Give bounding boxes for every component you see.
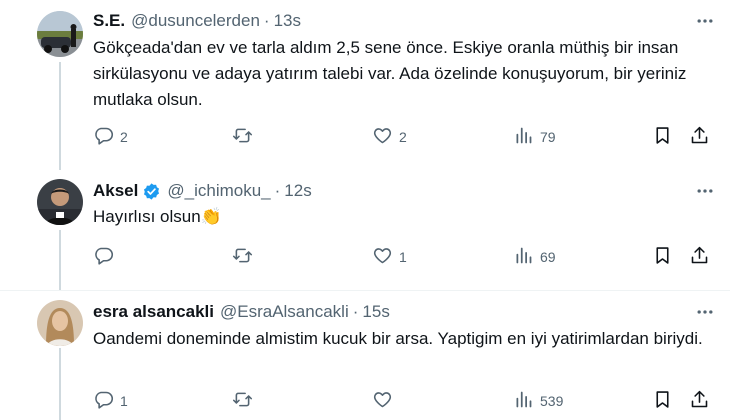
avatar[interactable] bbox=[37, 300, 83, 346]
separator-dot: · bbox=[263, 11, 270, 30]
avatar[interactable] bbox=[37, 179, 83, 225]
timestamp[interactable]: 13s bbox=[274, 11, 301, 31]
bookmark-button[interactable] bbox=[652, 386, 673, 416]
like-count: 2 bbox=[399, 129, 407, 145]
verified-badge-icon bbox=[142, 182, 161, 201]
reply-icon bbox=[93, 245, 114, 269]
retweet-icon bbox=[232, 389, 253, 413]
retweet-button[interactable] bbox=[232, 242, 259, 272]
views-count: 79 bbox=[540, 129, 556, 145]
reply-icon bbox=[93, 125, 114, 149]
tweet[interactable]: S.E. @dusuncelerden · 13s Gökçeada'dan e… bbox=[0, 0, 730, 170]
more-icon[interactable] bbox=[692, 181, 718, 201]
author-name[interactable]: S.E. bbox=[93, 11, 125, 31]
author-handle[interactable]: @EsraAlsancakli bbox=[220, 302, 349, 322]
tweet[interactable]: Aksel @_ichimoku_ · 12s Hayırlısı olsun👏… bbox=[0, 170, 730, 290]
reply-icon bbox=[93, 389, 114, 413]
retweet-icon bbox=[232, 245, 253, 269]
bookmark-icon bbox=[652, 245, 673, 269]
retweet-button[interactable] bbox=[232, 122, 259, 152]
tweet-actions: 1 539 bbox=[0, 386, 730, 416]
timestamp[interactable]: 12s bbox=[284, 181, 311, 201]
like-button[interactable]: 1 bbox=[372, 242, 407, 272]
views-icon bbox=[513, 125, 534, 149]
author-handle[interactable]: @_ichimoku_ bbox=[167, 181, 270, 201]
views-count: 539 bbox=[540, 393, 564, 409]
retweet-button[interactable] bbox=[232, 386, 259, 416]
author-name[interactable]: esra alsancakli bbox=[93, 302, 214, 322]
bookmark-button[interactable] bbox=[652, 122, 673, 152]
tweet-text: Oandemi doneminde almistim kucuk bir ars… bbox=[93, 329, 703, 348]
share-icon bbox=[689, 125, 710, 149]
like-button[interactable] bbox=[372, 386, 399, 416]
reply-button[interactable]: 1 bbox=[93, 386, 128, 416]
like-icon bbox=[372, 125, 393, 149]
views-button[interactable]: 69 bbox=[513, 242, 556, 272]
separator-dot: · bbox=[274, 181, 281, 200]
tweet[interactable]: esra alsancakli @EsraAlsancakli · 15s Oa… bbox=[0, 291, 730, 420]
bookmark-icon bbox=[652, 389, 673, 413]
like-count: 1 bbox=[399, 249, 407, 265]
separator-dot: · bbox=[352, 302, 359, 321]
bookmark-button[interactable] bbox=[652, 242, 673, 272]
views-icon bbox=[513, 245, 534, 269]
avatar[interactable] bbox=[37, 11, 83, 57]
views-count: 69 bbox=[540, 249, 556, 265]
share-icon bbox=[689, 245, 710, 269]
timestamp[interactable]: 15s bbox=[362, 302, 389, 322]
reply-button[interactable]: 2 bbox=[93, 122, 128, 152]
share-button[interactable] bbox=[689, 122, 710, 152]
reply-count: 1 bbox=[120, 393, 128, 409]
more-icon[interactable] bbox=[692, 11, 718, 31]
author-name[interactable]: Aksel bbox=[93, 181, 138, 201]
bookmark-icon bbox=[652, 125, 673, 149]
views-button[interactable]: 539 bbox=[513, 386, 563, 416]
tweet-text: Gökçeada'dan ev ve tarla aldım 2,5 sene … bbox=[93, 38, 687, 109]
more-icon[interactable] bbox=[692, 302, 718, 322]
like-icon bbox=[372, 389, 393, 413]
tweet-text: Hayırlısı olsun👏 bbox=[93, 207, 222, 226]
views-icon bbox=[513, 389, 534, 413]
tweet-actions: 1 69 bbox=[0, 242, 730, 272]
tweet-actions: 2 2 79 bbox=[0, 122, 730, 152]
share-button[interactable] bbox=[689, 242, 710, 272]
retweet-icon bbox=[232, 125, 253, 149]
views-button[interactable]: 79 bbox=[513, 122, 556, 152]
like-icon bbox=[372, 245, 393, 269]
share-icon bbox=[689, 389, 710, 413]
like-button[interactable]: 2 bbox=[372, 122, 407, 152]
share-button[interactable] bbox=[689, 386, 710, 416]
author-handle[interactable]: @dusuncelerden bbox=[131, 11, 260, 31]
reply-count: 2 bbox=[120, 129, 128, 145]
reply-button[interactable] bbox=[93, 242, 120, 272]
